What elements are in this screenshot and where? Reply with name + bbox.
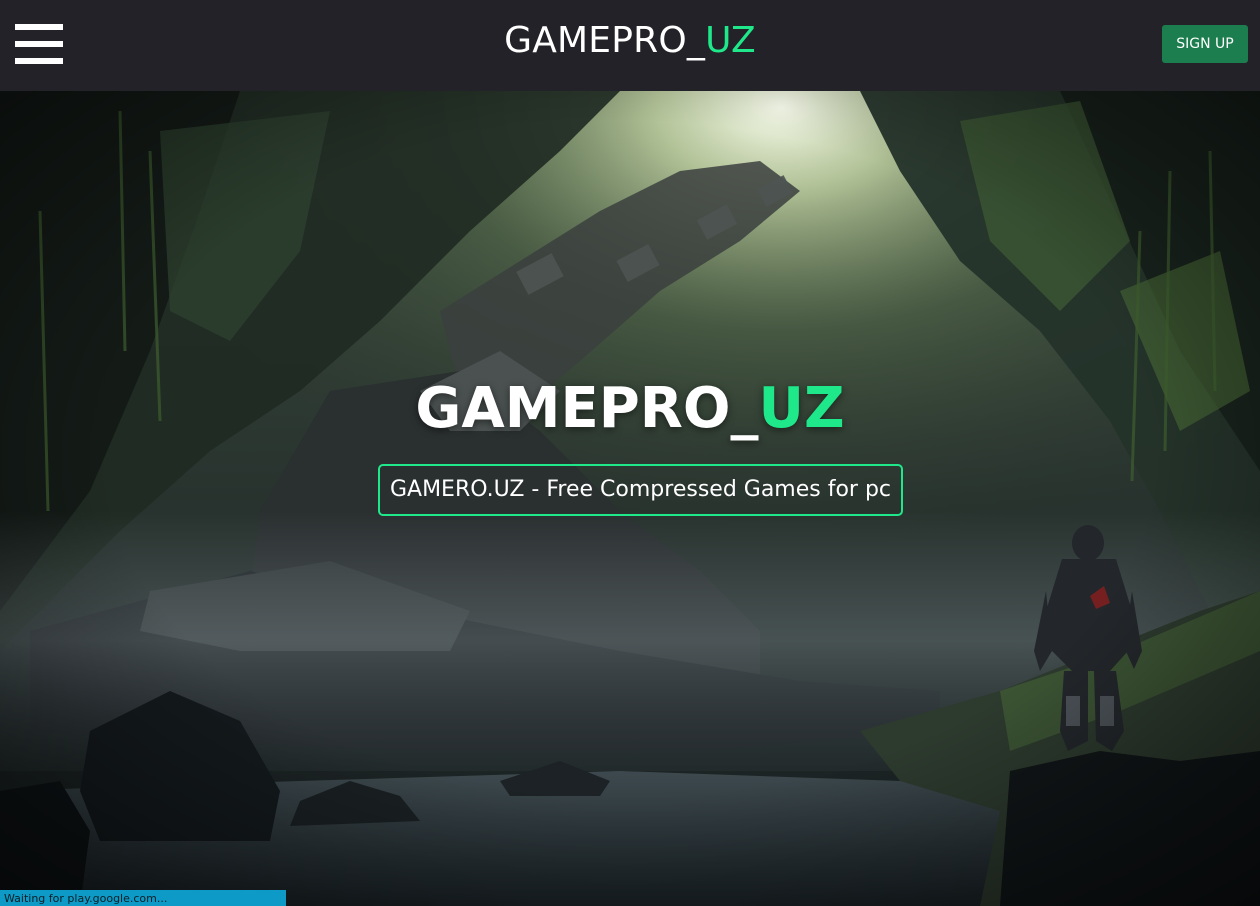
site-logo-link[interactable]: GAMEPRO_UZ [0, 19, 1260, 63]
browser-status-bar: Waiting for play.google.com... [0, 890, 286, 906]
hero-title: GAMEPRO_UZ [0, 374, 1260, 444]
logo-text-main: GAMEPRO_ [504, 20, 706, 61]
hero-section: GAMEPRO_UZ GAMERO.UZ - Free Compressed G… [0, 91, 1260, 906]
hero-tagline: GAMERO.UZ - Free Compressed Games for pc [378, 464, 903, 516]
logo-text-accent: UZ [705, 20, 756, 61]
hero-title-main: GAMEPRO_ [415, 376, 759, 441]
top-navbar: GAMEPRO_UZ SIGN UP [0, 0, 1260, 91]
sign-up-button[interactable]: SIGN UP [1162, 25, 1248, 63]
hero-title-accent: UZ [758, 376, 845, 441]
page: GAMEPRO_UZ SIGN UP GAMEPRO_UZ GAMERO.UZ … [0, 0, 1260, 906]
